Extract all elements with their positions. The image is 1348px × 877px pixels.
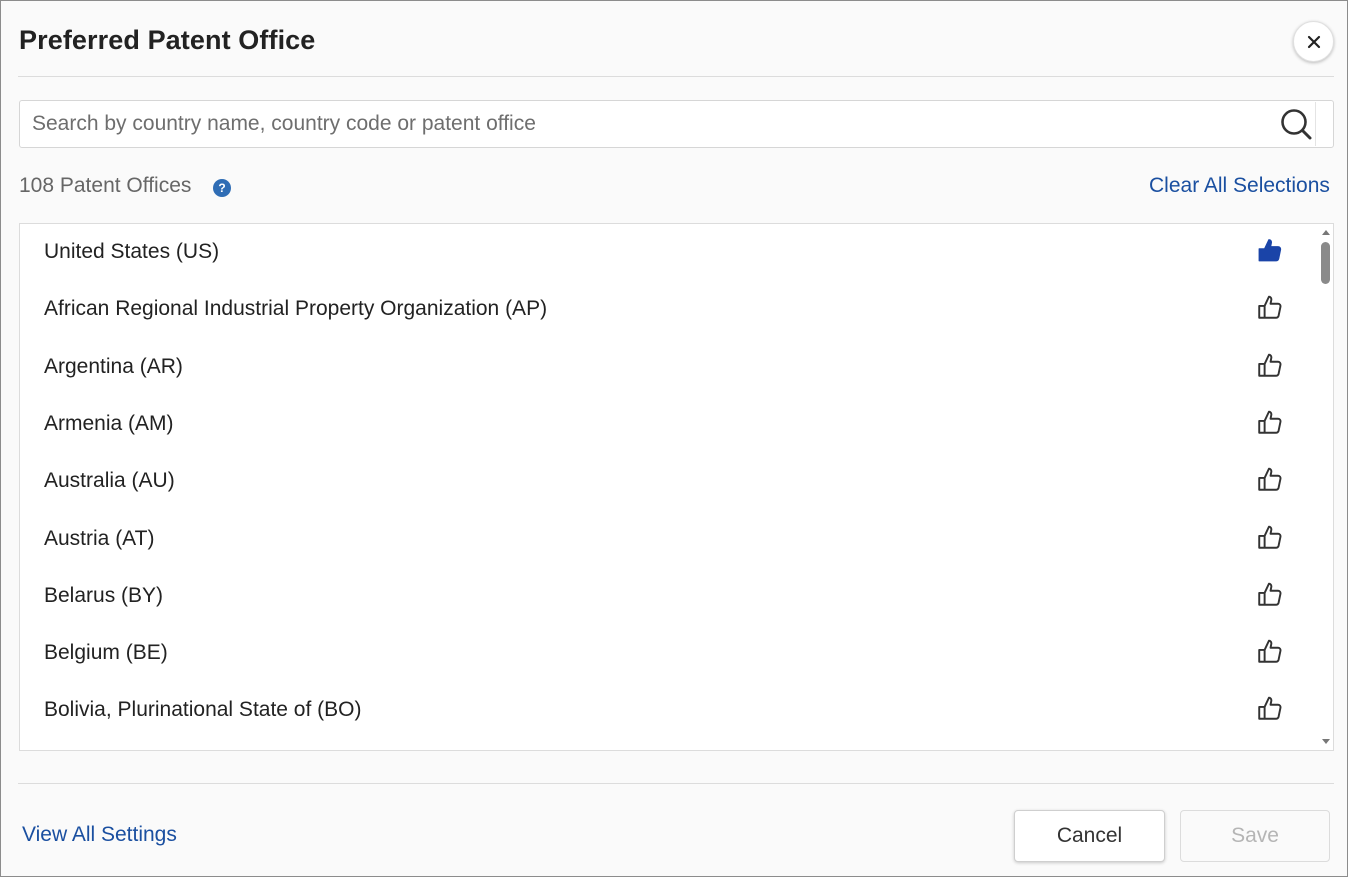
list-item[interactable]: Austria (AT) xyxy=(20,511,1318,568)
scroll-down-arrow-icon[interactable] xyxy=(1321,738,1331,746)
list-item[interactable]: Bolivia, Plurinational State of (BO) xyxy=(20,682,1318,739)
scrollbar-thumb[interactable] xyxy=(1321,242,1330,284)
thumbs-up-icon[interactable] xyxy=(1256,465,1284,493)
search-icon xyxy=(1280,109,1311,140)
thumbs-up-icon[interactable] xyxy=(1256,408,1284,436)
list-item[interactable]: African Regional Industrial Property Org… xyxy=(20,281,1318,338)
search-box xyxy=(19,100,1334,148)
search-input[interactable] xyxy=(20,101,1270,147)
thumbs-up-icon[interactable] xyxy=(1256,580,1284,608)
list-item[interactable]: Belgium (BE) xyxy=(20,625,1318,682)
office-label: African Regional Industrial Property Org… xyxy=(44,297,548,321)
list-item[interactable]: United States (US) xyxy=(20,224,1318,281)
office-label: Australia (AU) xyxy=(44,469,175,493)
help-icon[interactable]: ? xyxy=(213,179,231,197)
thumbs-up-filled-icon[interactable] xyxy=(1256,236,1284,264)
thumbs-up-icon[interactable] xyxy=(1256,351,1284,379)
thumbs-up-icon[interactable] xyxy=(1256,293,1284,321)
office-count: 108 Patent Offices xyxy=(19,174,192,197)
clear-all-selections-link[interactable]: Clear All Selections xyxy=(1149,174,1330,198)
list-item[interactable]: Armenia (AM) xyxy=(20,396,1318,453)
list-item[interactable]: Argentina (AR) xyxy=(20,339,1318,396)
office-label: Belgium (BE) xyxy=(44,641,168,665)
header-divider xyxy=(18,76,1334,77)
office-label: Austria (AT) xyxy=(44,526,155,550)
office-label: United States (US) xyxy=(44,240,220,263)
office-label: Belarus (BY) xyxy=(44,583,164,607)
scroll-up-arrow-icon[interactable] xyxy=(1321,228,1331,236)
office-label: Armenia (AM) xyxy=(44,411,174,435)
preferred-patent-office-dialog: Preferred Patent Office 108 Patent Offic… xyxy=(0,0,1348,877)
thumbs-up-icon[interactable] xyxy=(1256,694,1284,722)
footer-divider xyxy=(18,783,1334,784)
search-button[interactable] xyxy=(1276,102,1316,146)
save-button[interactable]: Save xyxy=(1180,810,1330,862)
patent-office-list: Bolivia, Plurinational State of (BO) Belg… xyxy=(19,223,1334,751)
close-button[interactable] xyxy=(1293,21,1334,62)
office-label: Argentina (AR) xyxy=(44,354,183,378)
thumbs-up-icon[interactable] xyxy=(1256,523,1284,551)
office-label: Bolivia, Plurinational State of (BO) xyxy=(44,698,362,722)
dialog-title: Preferred Patent Office xyxy=(19,25,316,55)
cancel-button[interactable]: Cancel xyxy=(1014,810,1165,862)
close-icon xyxy=(1307,35,1320,48)
list-item[interactable]: Australia (AU) xyxy=(20,453,1318,510)
view-all-settings-link[interactable]: View All Settings xyxy=(22,823,177,847)
thumbs-up-icon[interactable] xyxy=(1256,637,1284,665)
list-item[interactable]: Belarus (BY) xyxy=(20,568,1318,625)
